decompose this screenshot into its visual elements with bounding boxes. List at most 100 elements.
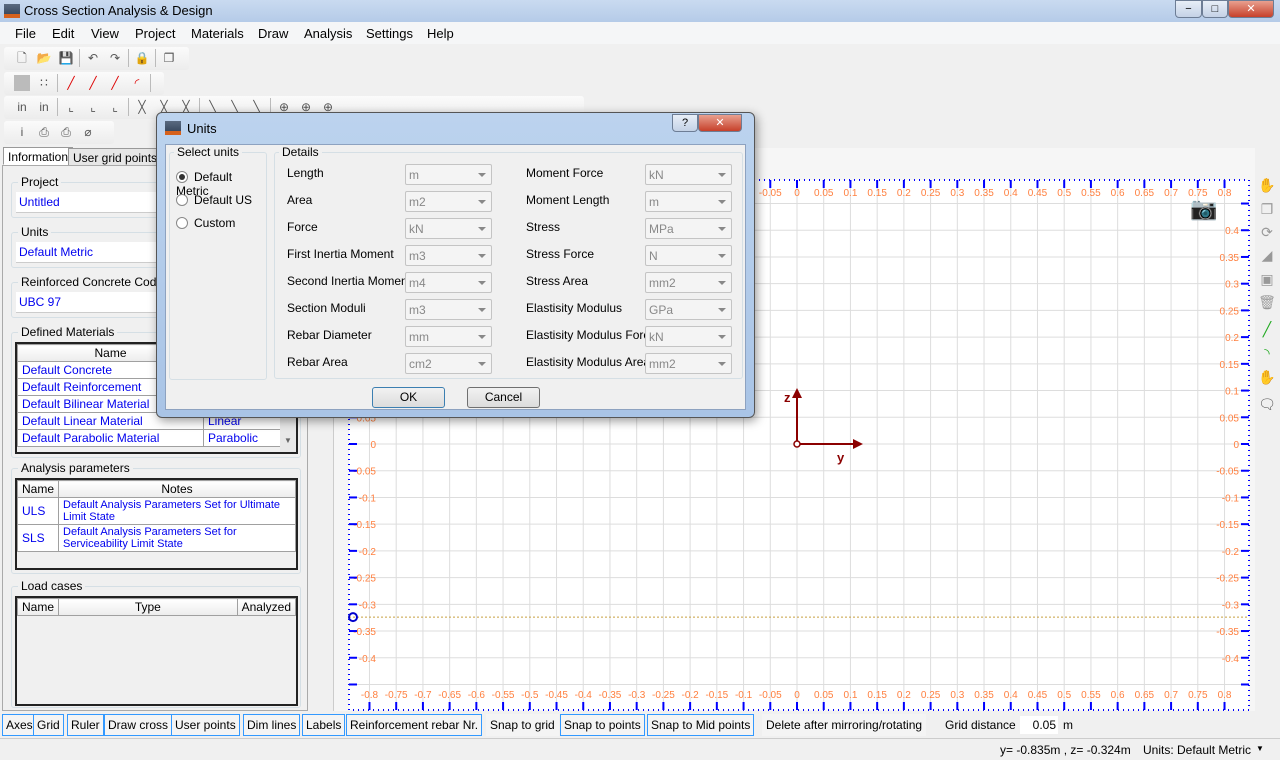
toggle-button[interactable]: Delete after mirroring/rotating xyxy=(762,714,927,736)
toggle-button[interactable]: Labels xyxy=(302,714,346,736)
lock-icon[interactable]: 🔒 xyxy=(134,50,150,66)
table-row[interactable]: Default Parabolic Material Parabolic xyxy=(17,429,282,447)
line-icon[interactable]: ╱ xyxy=(63,75,79,91)
menu-analysis[interactable]: Analysis xyxy=(304,26,352,41)
x-tick-label-bottom: 0 xyxy=(794,690,800,701)
table-row[interactable]: ULS Default Analysis Parameters Set for U… xyxy=(17,497,296,525)
report-icon[interactable]: ⎙ xyxy=(58,124,74,140)
pan-hand-icon[interactable]: ✋ xyxy=(1258,176,1276,194)
dimension-hand-icon[interactable]: ✋ xyxy=(1258,368,1276,386)
unit-combo[interactable]: m xyxy=(645,191,732,212)
overlap-icon[interactable]: ▣ xyxy=(1258,270,1276,288)
toggle-button[interactable]: Snap to points xyxy=(560,714,645,736)
toggle-button[interactable]: Grid xyxy=(33,714,64,736)
x-tick-label-bottom: -0.8 xyxy=(361,690,379,701)
menu-edit[interactable]: Edit xyxy=(52,26,74,41)
tab-information[interactable]: Information xyxy=(3,147,74,165)
section-icon[interactable] xyxy=(14,75,30,91)
radio-button[interactable] xyxy=(176,194,188,206)
copy-icon[interactable]: ❐ xyxy=(161,50,177,66)
unit-combo[interactable]: m xyxy=(405,164,492,185)
chevron-down-icon[interactable]: ▼ xyxy=(1256,744,1264,753)
unit-combo[interactable]: MPa xyxy=(645,218,732,239)
toggle-button[interactable]: Snap to grid xyxy=(486,714,559,736)
menu-file[interactable]: File xyxy=(15,26,36,41)
unit-combo[interactable]: mm2 xyxy=(645,272,732,293)
grid-distance-unit: m xyxy=(1063,718,1073,732)
open-icon[interactable]: 📂 xyxy=(36,50,52,66)
menu-view[interactable]: View xyxy=(91,26,119,41)
polyline-icon[interactable]: ╱ xyxy=(85,75,101,91)
table-row[interactable]: SLS Default Analysis Parameters Set for S… xyxy=(17,524,296,552)
dimension-line-icon[interactable]: ╱ xyxy=(1258,320,1276,338)
units-selector[interactable]: Units: Default Metric xyxy=(1143,743,1251,757)
maximize-button[interactable]: □ xyxy=(1202,0,1228,18)
mirror-icon[interactable]: ◢ xyxy=(1258,246,1276,264)
menu-help[interactable]: Help xyxy=(427,26,454,41)
copy-icon[interactable]: ❐ xyxy=(1258,200,1276,218)
unit-combo[interactable]: kN xyxy=(405,218,492,239)
unit-combo[interactable]: GPa xyxy=(645,299,732,320)
x-tick-label-top: 0.4 xyxy=(1004,188,1018,199)
details-group: Details Length m Area m2 Force kN First Inerti… xyxy=(274,145,743,379)
dialog-help-button[interactable]: ? xyxy=(672,114,698,132)
y-tick-label-right: 0.4 xyxy=(1225,226,1239,237)
radio-option[interactable]: Default US xyxy=(176,193,252,207)
toggle-button[interactable]: Reinforcement rebar Nr. xyxy=(346,714,483,736)
undo-icon[interactable]: ↶ xyxy=(85,50,101,66)
polyline2-icon[interactable]: ╱ xyxy=(107,75,123,91)
radio-option[interactable]: Custom xyxy=(176,216,235,230)
cp-icon[interactable]: ⎙ xyxy=(36,124,52,140)
points-icon[interactable]: ∷ xyxy=(36,75,52,91)
arc-icon[interactable]: ◜ xyxy=(129,75,145,91)
unit-combo[interactable]: m3 xyxy=(405,245,492,266)
unit-combo[interactable]: kN xyxy=(645,326,732,347)
rotate-icon[interactable]: ⟳ xyxy=(1258,223,1276,241)
dialog-body: Select units Default Metric Default US Cus… xyxy=(165,144,746,410)
close-button[interactable]: ✕ xyxy=(1228,0,1274,18)
tab-user-grid-points[interactable]: User grid points xyxy=(68,148,163,166)
corner-r-icon[interactable]: ⌞ xyxy=(107,99,123,115)
info-icon[interactable]: i xyxy=(14,124,30,140)
corner-a-icon[interactable]: ⌞ xyxy=(85,99,101,115)
unit-combo[interactable]: m2 xyxy=(405,191,492,212)
unit-combo[interactable]: N xyxy=(645,245,732,266)
unit-combo[interactable]: kN xyxy=(645,164,732,185)
unit-combo[interactable]: m4 xyxy=(405,272,492,293)
ok-button[interactable]: OK xyxy=(372,387,445,408)
cancel-button[interactable]: Cancel xyxy=(467,387,540,408)
trash-icon[interactable]: 🗑 xyxy=(1258,293,1276,311)
unit-combo[interactable]: cm2 xyxy=(405,353,492,374)
redo-icon[interactable]: ↷ xyxy=(107,50,123,66)
unit-combo[interactable]: mm2 xyxy=(645,353,732,374)
menu-draw[interactable]: Draw xyxy=(258,26,288,41)
diameter-icon[interactable]: ⌀ xyxy=(80,124,96,140)
comment-icon[interactable]: 🗨 xyxy=(1258,395,1276,413)
dialog-close-button[interactable]: ✕ xyxy=(698,114,742,132)
unit-combo[interactable]: mm xyxy=(405,326,492,347)
toggle-button[interactable]: Snap to Mid points xyxy=(647,714,755,736)
rebar-icon[interactable]: ╳ xyxy=(134,99,150,115)
menu-settings[interactable]: Settings xyxy=(366,26,413,41)
insert-icon[interactable]: in xyxy=(14,99,30,115)
new-icon[interactable]: 🗋 xyxy=(14,50,30,66)
menu-project[interactable]: Project xyxy=(135,26,175,41)
radio-button[interactable] xyxy=(176,171,188,183)
radio-button[interactable] xyxy=(176,217,188,229)
toggle-button[interactable]: Axes xyxy=(2,714,37,736)
menu-materials[interactable]: Materials xyxy=(191,26,244,41)
insert2-icon[interactable]: in xyxy=(36,99,52,115)
toggle-button[interactable]: Ruler xyxy=(67,714,104,736)
dimension-arc-icon[interactable]: ◝ xyxy=(1258,344,1276,362)
unit-combo[interactable]: m3 xyxy=(405,299,492,320)
grid-distance-input[interactable]: 0.05 xyxy=(1020,716,1058,734)
corner-l-icon[interactable]: ⌞ xyxy=(63,99,79,115)
toggle-button[interactable]: Dim lines xyxy=(243,714,301,736)
toggle-button[interactable]: User points xyxy=(171,714,240,736)
x-tick-label-top: 0.25 xyxy=(921,188,941,199)
x-tick-label-bottom: 0.55 xyxy=(1081,690,1101,701)
save-icon[interactable]: 💾 xyxy=(58,50,74,66)
minimize-button[interactable]: − xyxy=(1175,0,1202,18)
toggle-button[interactable]: Draw cross xyxy=(104,714,173,736)
camera-icon[interactable]: 📷 xyxy=(1190,196,1217,222)
